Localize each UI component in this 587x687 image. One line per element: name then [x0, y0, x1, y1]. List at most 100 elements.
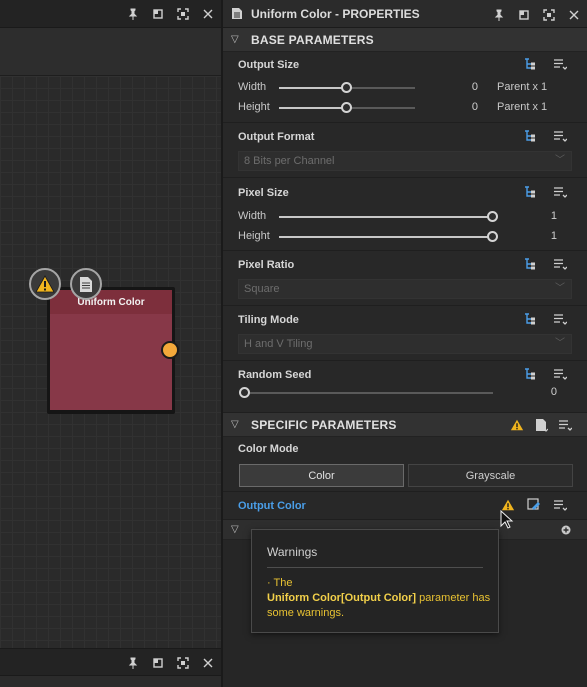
document-icon	[232, 8, 242, 19]
tiling-mode-select[interactable]: H and V Tiling ﹀	[238, 334, 572, 354]
menu-icon[interactable]	[558, 418, 572, 432]
maximize-icon[interactable]	[175, 655, 190, 670]
tiling-mode-label: Tiling Mode	[238, 314, 299, 326]
output-size-label: Output Size	[238, 59, 300, 71]
base-parameters-header[interactable]: ▽ BASE PARAMETERS	[223, 28, 587, 52]
chevron-down-icon: ▽	[231, 524, 239, 535]
menu-icon[interactable]	[553, 185, 567, 199]
uniform-color-node[interactable]: Uniform Color	[47, 287, 179, 414]
graph-toolbar	[0, 0, 221, 28]
width-slider-knob[interactable]	[341, 82, 352, 93]
specific-parameters-header[interactable]: ▽ SPECIFIC PARAMETERS	[223, 413, 587, 437]
chevron-down-icon: ▽	[231, 34, 239, 45]
warning-icon	[35, 275, 55, 293]
color-mode-grayscale-button[interactable]: Grayscale	[408, 464, 573, 487]
tooltip-prefix: · The	[267, 577, 293, 589]
warnings-tooltip: Warnings · The Uniform Color[Output Colo…	[251, 529, 499, 633]
chevron-down-icon: ﹀	[555, 283, 565, 294]
menu-icon[interactable]	[553, 129, 567, 143]
tiling-mode-value: H and V Tiling	[244, 338, 313, 350]
close-icon[interactable]	[566, 7, 581, 22]
tree-link-icon[interactable]	[523, 257, 537, 271]
properties-titlebar: Uniform Color - PROPERTIES	[223, 0, 587, 28]
restore-icon[interactable]	[516, 7, 531, 22]
output-size-group: Output Size Width 0 Parent x 1 Height 0 …	[223, 52, 587, 123]
node-comment-badge[interactable]	[70, 268, 102, 300]
width-value[interactable]: 0	[453, 81, 478, 93]
chevron-down-icon: ﹀	[555, 155, 565, 166]
width-label: Width	[238, 81, 267, 93]
menu-icon[interactable]	[553, 367, 567, 381]
height-slider-knob[interactable]	[341, 102, 352, 113]
pixel-size-label: Pixel Size	[238, 187, 289, 199]
tree-link-icon[interactable]	[523, 185, 537, 199]
pixel-width-slider[interactable]	[279, 216, 493, 218]
pixel-width-knob[interactable]	[487, 211, 498, 222]
add-icon[interactable]	[561, 525, 571, 535]
pixel-ratio-group: Pixel Ratio Square ﹀	[223, 251, 587, 306]
height-value[interactable]: 0	[453, 101, 478, 113]
tree-link-icon[interactable]	[523, 57, 537, 71]
tooltip-divider	[267, 567, 483, 568]
output-color-label[interactable]: Output Color	[238, 500, 306, 512]
pixel-ratio-value: Square	[244, 283, 280, 295]
width-mode[interactable]: Parent x 1	[497, 81, 547, 93]
document-icon	[80, 276, 92, 292]
pixel-height-value[interactable]: 1	[533, 230, 557, 242]
pixel-ratio-select[interactable]: Square ﹀	[238, 279, 572, 299]
node-body	[50, 314, 172, 410]
pixel-height-knob[interactable]	[487, 231, 498, 242]
pixel-ratio-label: Pixel Ratio	[238, 259, 295, 271]
chevron-down-icon: ▽	[231, 419, 239, 430]
pin-icon[interactable]	[125, 6, 140, 21]
random-seed-value[interactable]: 0	[533, 386, 557, 398]
tiling-mode-group: Tiling Mode H and V Tiling ﹀	[223, 306, 587, 361]
section-title: SPECIFIC PARAMETERS	[251, 417, 397, 432]
random-seed-group: Random Seed 0	[223, 361, 587, 413]
pixel-height-label: Height	[238, 230, 270, 242]
maximize-icon[interactable]	[175, 6, 190, 21]
color-mode-label: Color Mode	[238, 443, 299, 455]
pixel-size-group: Pixel Size Width 1 Height 1	[223, 178, 587, 251]
pixel-width-label: Width	[238, 210, 267, 222]
output-color-group: Output Color	[223, 492, 587, 520]
color-picker-icon[interactable]	[527, 498, 541, 512]
height-mode[interactable]: Parent x 1	[497, 101, 547, 113]
tooltip-emphasis: Uniform Color[Output Color]	[267, 592, 417, 604]
output-format-group: Output Format 8 Bits per Channel ﹀	[223, 123, 587, 178]
output-port[interactable]	[161, 341, 179, 359]
output-format-label: Output Format	[238, 131, 315, 143]
output-format-select[interactable]: 8 Bits per Channel ﹀	[238, 151, 572, 171]
restore-icon[interactable]	[150, 6, 165, 21]
pixel-height-slider[interactable]	[279, 236, 493, 238]
close-icon[interactable]	[200, 6, 215, 21]
tree-link-icon[interactable]	[523, 312, 537, 326]
maximize-icon[interactable]	[541, 7, 556, 22]
menu-icon[interactable]	[553, 498, 567, 512]
tree-link-icon[interactable]	[523, 367, 537, 381]
section-title: BASE PARAMETERS	[251, 32, 374, 47]
menu-icon[interactable]	[553, 257, 567, 271]
height-label: Height	[238, 101, 270, 113]
preset-icon[interactable]	[534, 418, 548, 432]
warning-icon[interactable]	[510, 418, 524, 432]
color-mode-color-button[interactable]: Color	[239, 464, 404, 487]
node-warning-badge[interactable]	[29, 268, 61, 300]
random-seed-knob[interactable]	[239, 387, 250, 398]
menu-icon[interactable]	[553, 312, 567, 326]
random-seed-slider[interactable]	[243, 392, 493, 394]
properties-title: Uniform Color - PROPERTIES	[251, 6, 420, 21]
tooltip-message: · The Uniform Color[Output Color] parame…	[267, 576, 492, 621]
menu-icon[interactable]	[553, 57, 567, 71]
random-seed-label: Random Seed	[238, 369, 312, 381]
mouse-cursor-icon	[500, 510, 514, 529]
output-format-value: 8 Bits per Channel	[244, 155, 335, 167]
pin-icon[interactable]	[491, 7, 506, 22]
pin-icon[interactable]	[125, 655, 140, 670]
close-icon[interactable]	[200, 655, 215, 670]
pixel-width-value[interactable]: 1	[533, 210, 557, 222]
graph-panel: Uniform Color	[0, 0, 221, 687]
chevron-down-icon: ﹀	[555, 338, 565, 349]
tree-link-icon[interactable]	[523, 129, 537, 143]
restore-icon[interactable]	[150, 655, 165, 670]
